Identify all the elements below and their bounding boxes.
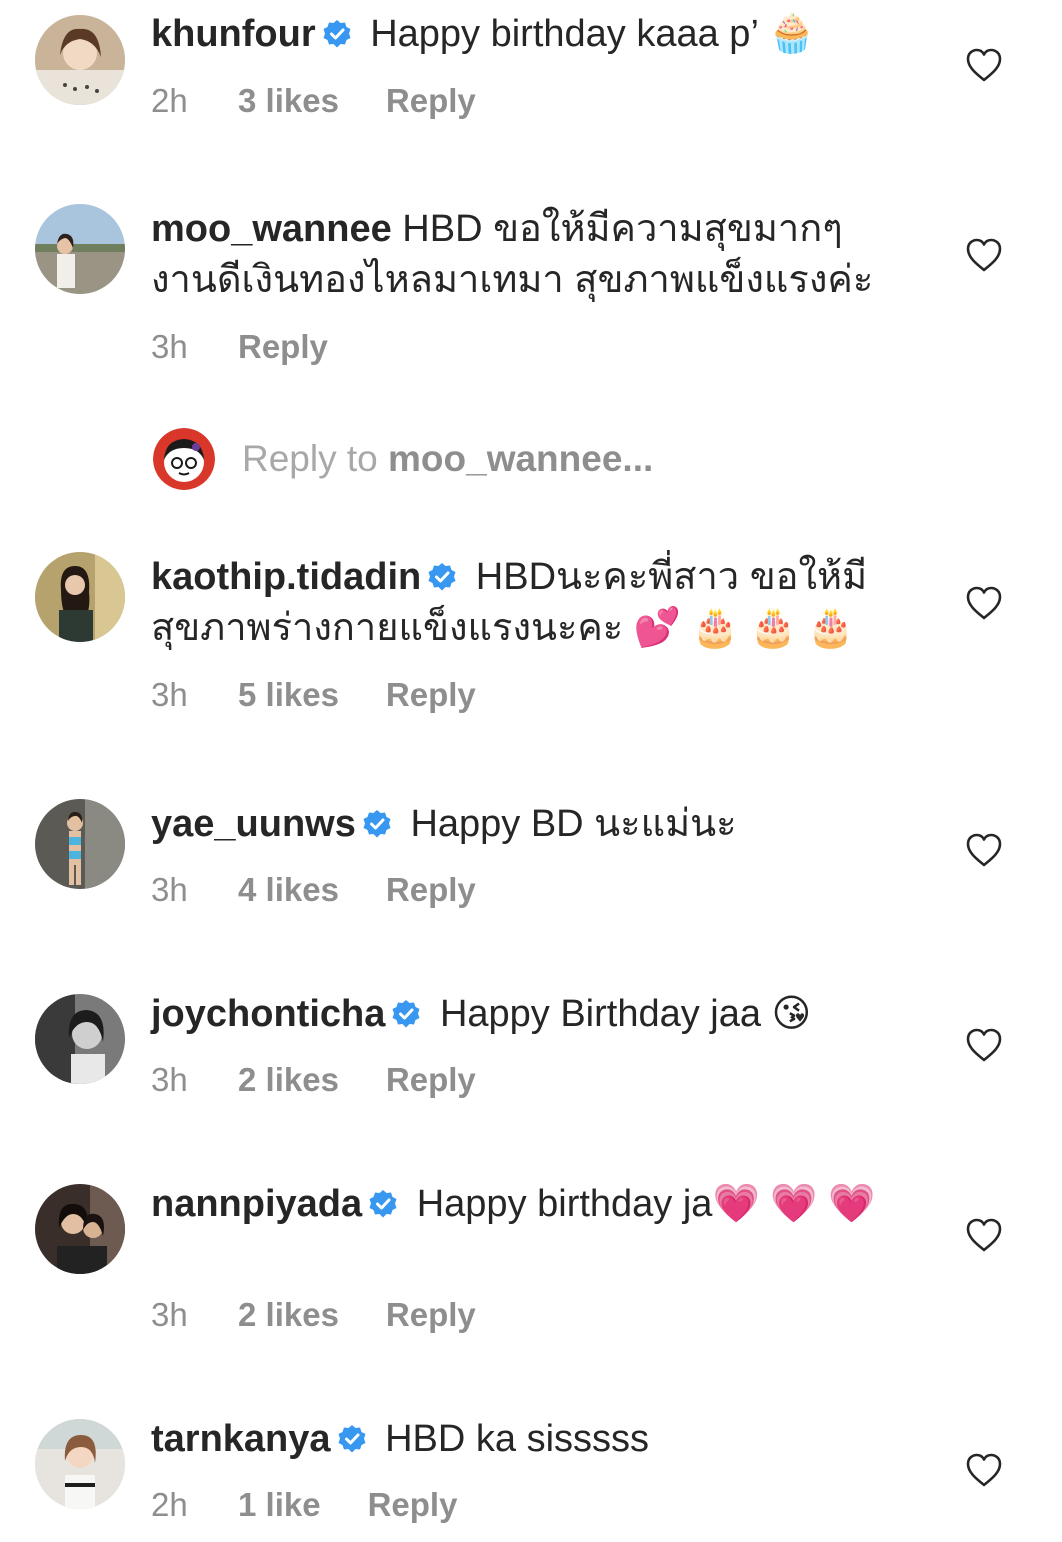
comment-likes[interactable]: 2 likes — [238, 1060, 339, 1100]
pink-hearts-emoji: 💗 💗 💗 — [712, 1183, 876, 1225]
reply-button[interactable]: Reply — [368, 1485, 458, 1525]
comment-username[interactable]: tarnkanya — [151, 1418, 331, 1460]
comment-username[interactable]: nannpiyada — [151, 1183, 362, 1225]
reply-button[interactable]: Reply — [386, 870, 476, 910]
comment-body: khunfour Happy birthday kaaa p’ 🧁 — [151, 9, 911, 60]
reply-input[interactable]: Reply to moo_wannee... — [242, 436, 653, 482]
comment-time: 3h — [151, 1296, 188, 1333]
verified-badge-icon — [368, 1189, 398, 1219]
avatar[interactable] — [35, 994, 125, 1084]
comment-likes[interactable]: 5 likes — [238, 675, 339, 715]
comment-username[interactable]: moo_wannee — [151, 208, 392, 250]
comment-body: yae_uunws Happy BD นะแม่นะ — [151, 799, 911, 850]
comment-meta: 3h Reply — [151, 327, 328, 367]
avatar[interactable] — [35, 1184, 125, 1274]
comment-time: 3h — [151, 871, 188, 908]
verified-badge-icon — [362, 809, 392, 839]
comment-text: HBD ka sisssss — [385, 1418, 650, 1460]
reply-button[interactable]: Reply — [238, 327, 328, 367]
comment-body: kaothip.tidadin HBDนะคะพี่สาว ขอให้มีสุข… — [151, 552, 911, 654]
comment-meta: 2h 3 likes Reply — [151, 81, 476, 121]
hearts-cakes-emoji: 💕 🎂 🎂 🎂 — [633, 607, 855, 649]
comment-time: 3h — [151, 1061, 188, 1098]
verified-badge-icon — [337, 1424, 367, 1454]
kiss-face-emoji: 😘 — [771, 993, 812, 1035]
verified-badge-icon — [322, 19, 352, 49]
avatar[interactable] — [35, 1419, 125, 1509]
reply-input-row[interactable]: Reply to moo_wannee... — [153, 428, 853, 490]
comment-likes[interactable]: 1 like — [238, 1485, 321, 1525]
comment-text: Happy BD นะแม่นะ — [410, 803, 737, 845]
reply-placeholder-prefix: Reply to — [242, 438, 389, 479]
comment-body: moo_wannee HBD ขอให้มีความสุขมากๆ งานดีเ… — [151, 204, 911, 306]
verified-badge-icon — [427, 562, 457, 592]
reply-button[interactable]: Reply — [386, 81, 476, 121]
reply-placeholder-target: moo_wannee — [388, 438, 623, 479]
comment-likes[interactable]: 3 likes — [238, 81, 339, 121]
reply-button[interactable]: Reply — [386, 1060, 476, 1100]
reply-button[interactable]: Reply — [386, 675, 476, 715]
verified-badge-icon — [391, 999, 421, 1029]
comment-meta: 3h 2 likes Reply — [151, 1295, 476, 1335]
avatar[interactable] — [35, 15, 125, 105]
comment-meta: 2h 1 like Reply — [151, 1485, 457, 1525]
comment-time: 3h — [151, 676, 188, 713]
comment-likes[interactable]: 2 likes — [238, 1295, 339, 1335]
comment-meta: 3h 2 likes Reply — [151, 1060, 476, 1100]
comment-text: Happy birthday kaaa p’ — [370, 13, 758, 55]
comment-meta: 3h 5 likes Reply — [151, 675, 476, 715]
comment-body: nannpiyada Happy birthday ja💗 💗 💗 — [151, 1179, 911, 1230]
avatar[interactable] — [35, 204, 125, 294]
heart-outline-icon[interactable] — [964, 235, 1004, 275]
comment-time: 2h — [151, 1486, 188, 1523]
heart-outline-icon[interactable] — [964, 1025, 1004, 1065]
comment-time: 2h — [151, 82, 188, 119]
heart-outline-icon[interactable] — [964, 583, 1004, 623]
comment-body: tarnkanya HBD ka sisssss — [151, 1414, 911, 1465]
heart-outline-icon[interactable] — [964, 1450, 1004, 1490]
comment-username[interactable]: joychonticha — [151, 993, 385, 1035]
reply-button[interactable]: Reply — [386, 1295, 476, 1335]
heart-outline-icon[interactable] — [964, 45, 1004, 85]
current-user-avatar — [153, 428, 215, 490]
comment-username[interactable]: khunfour — [151, 13, 316, 55]
comment-body: joychonticha Happy Birthday jaa 😘 — [151, 989, 911, 1040]
cupcake-emoji: 🧁 — [768, 13, 816, 55]
heart-outline-icon[interactable] — [964, 830, 1004, 870]
reply-placeholder-suffix: ... — [622, 438, 654, 479]
avatar[interactable] — [35, 552, 125, 642]
comment-username[interactable]: kaothip.tidadin — [151, 556, 421, 598]
comment-time: 3h — [151, 328, 188, 365]
heart-outline-icon[interactable] — [964, 1215, 1004, 1255]
comment-text: Happy Birthday jaa — [439, 993, 762, 1035]
comment-meta: 3h 4 likes Reply — [151, 870, 476, 910]
comment-username[interactable]: yae_uunws — [151, 803, 356, 845]
comment-likes[interactable]: 4 likes — [238, 870, 339, 910]
avatar[interactable] — [35, 799, 125, 889]
comment-text: Happy birthday ja — [416, 1183, 713, 1225]
